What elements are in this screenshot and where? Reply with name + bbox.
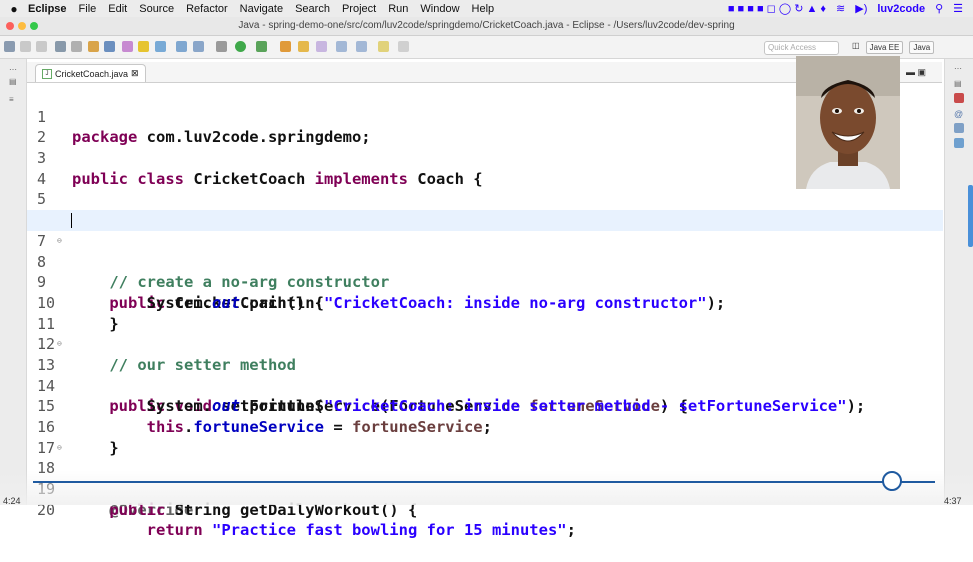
code-line: 14 System.out.println("CricketCoach: ins… (27, 355, 943, 416)
skip-breakpoints-icon[interactable] (71, 41, 82, 52)
maximize-editor-icon[interactable]: ▣ (918, 67, 927, 77)
code-line: 15 this.fortuneService = fortuneService; (27, 376, 943, 436)
open-type-icon[interactable] (176, 41, 187, 52)
fold-toggle-icon[interactable]: ⊖ (57, 438, 62, 459)
type-hierarchy-icon[interactable]: ≡ (9, 95, 17, 104)
outline-icon[interactable]: ▤ (954, 79, 964, 89)
window-title-bar: Java - spring-demo-one/src/com/luv2code/… (0, 17, 973, 36)
status-icons[interactable]: ■ ■ ■ ■ ◻ ◯ ↻ ▲ ♦ (728, 2, 826, 15)
code-line: 18 ⊖ @Override (27, 438, 943, 519)
ant-icon[interactable] (88, 41, 99, 52)
menu-app-eclipse[interactable]: Eclipse (28, 3, 67, 15)
presenter-webcam (796, 56, 900, 189)
perspective-switcher: ◫ Java EE Java (852, 41, 935, 54)
perspective-java-ee[interactable]: Java EE (865, 41, 904, 54)
menu-source[interactable]: Source (139, 3, 174, 15)
menu-help[interactable]: Help (472, 3, 495, 15)
code-line: 16 } (27, 396, 943, 457)
search-icon[interactable] (280, 41, 291, 52)
code-token: "Practice fast bowling for 15 minutes" (212, 521, 567, 540)
menu-project[interactable]: Project (342, 3, 376, 15)
perspective-java[interactable]: Java (909, 41, 935, 54)
close-tab-icon[interactable]: ⊠ (131, 68, 139, 79)
menu-navigate[interactable]: Navigate (240, 3, 283, 15)
volume-icon[interactable]: ▶) (855, 2, 867, 15)
back-icon[interactable] (378, 41, 389, 52)
code-line: 10 } (27, 272, 943, 333)
code-line: 8 ⊖ public CricketCoach() { (27, 231, 943, 312)
save-icon[interactable] (20, 41, 31, 52)
editor-tab-label: CricketCoach.java (55, 68, 129, 79)
restore-icon[interactable]: ⋯ (954, 64, 964, 74)
code-line: 9 System.out.println("CricketCoach: insi… (27, 252, 943, 312)
window-title: Java - spring-demo-one/src/com/luv2code/… (238, 20, 735, 31)
open-perspective-icon[interactable]: ◫ (852, 41, 860, 54)
right-trim-stack: ⋯ ▤ @ (944, 59, 973, 505)
run-icon[interactable] (235, 41, 246, 52)
spotlight-search-icon[interactable]: ⚲ (935, 2, 943, 15)
menu-file[interactable]: File (79, 3, 97, 15)
external-tools-icon[interactable] (216, 41, 227, 52)
new-icon[interactable] (4, 41, 15, 52)
new-java-package-icon[interactable] (122, 41, 133, 52)
left-trim-stack: ⋯ ▤ ≡ (0, 59, 27, 505)
menu-edit[interactable]: Edit (108, 3, 127, 15)
scroll-indicator[interactable] (968, 185, 973, 247)
open-folder-icon[interactable] (298, 41, 309, 52)
prev-annotation-icon[interactable] (356, 41, 367, 52)
notification-center-icon[interactable]: ☰ (953, 2, 963, 15)
minimize-editor-icon[interactable]: ▬ (906, 67, 915, 77)
video-progress-track[interactable] (33, 481, 935, 483)
new-class-icon[interactable] (155, 41, 166, 52)
next-annotation-icon[interactable] (336, 41, 347, 52)
wifi-icon[interactable]: ≋ (836, 2, 845, 15)
menu-refactor[interactable]: Refactor (186, 3, 228, 15)
code-line: 17 (27, 417, 943, 457)
quick-access-input[interactable]: Quick Access (764, 41, 839, 55)
open-task-icon[interactable] (193, 41, 204, 52)
video-progress-handle[interactable] (881, 471, 902, 491)
mac-menu-bar: ● Eclipse File Edit Source Refactor Navi… (0, 0, 973, 17)
print-icon[interactable] (36, 41, 47, 52)
apple-icon[interactable]: ● (0, 2, 28, 16)
code-token: ; (566, 521, 576, 540)
restore-icon[interactable]: ⋯ (9, 65, 17, 74)
highlight-icon[interactable] (138, 41, 149, 52)
fold-toggle-icon[interactable]: ⊖ (57, 334, 62, 355)
code-line: 13 ⊖ public void setFortuneService(Fortu… (27, 334, 943, 415)
code-token: return (146, 521, 203, 540)
video-progress-overlay (0, 470, 973, 505)
declaration-icon[interactable] (954, 123, 964, 133)
javadoc-icon[interactable]: @ (954, 109, 964, 119)
forward-icon[interactable] (398, 41, 409, 52)
code-line: 11 (27, 293, 943, 333)
presenter-photo (796, 56, 900, 189)
code-line: 12 // our setter method (27, 314, 943, 374)
editor-minmax: ▬ ▣ (906, 67, 926, 78)
console-view-icon[interactable] (954, 138, 964, 148)
menu-run[interactable]: Run (388, 3, 408, 15)
package-explorer-icon[interactable]: ▤ (9, 77, 17, 86)
status-area: ■ ■ ■ ■ ◻ ◯ ↻ ▲ ♦ ≋ ▶) luv2code ⚲ ☰ (728, 2, 973, 16)
menu-search[interactable]: Search (295, 3, 330, 15)
code-line: 6 (27, 189, 943, 229)
menu-user-name[interactable]: luv2code (877, 3, 925, 15)
text-caret (71, 213, 72, 229)
console-icon[interactable] (55, 41, 66, 52)
java-file-icon: J (42, 68, 52, 79)
editor-tab-cricketcoach[interactable]: J CricketCoach.java ⊠ (35, 64, 146, 82)
code-line-current: 7 // create a no-arg constructor (27, 210, 943, 291)
problems-icon[interactable] (954, 93, 964, 103)
fold-toggle-icon[interactable]: ⊖ (57, 231, 62, 252)
menu-window[interactable]: Window (420, 3, 459, 15)
pen-icon[interactable] (316, 41, 327, 52)
git-icon[interactable] (104, 41, 115, 52)
debug-icon[interactable] (256, 41, 267, 52)
